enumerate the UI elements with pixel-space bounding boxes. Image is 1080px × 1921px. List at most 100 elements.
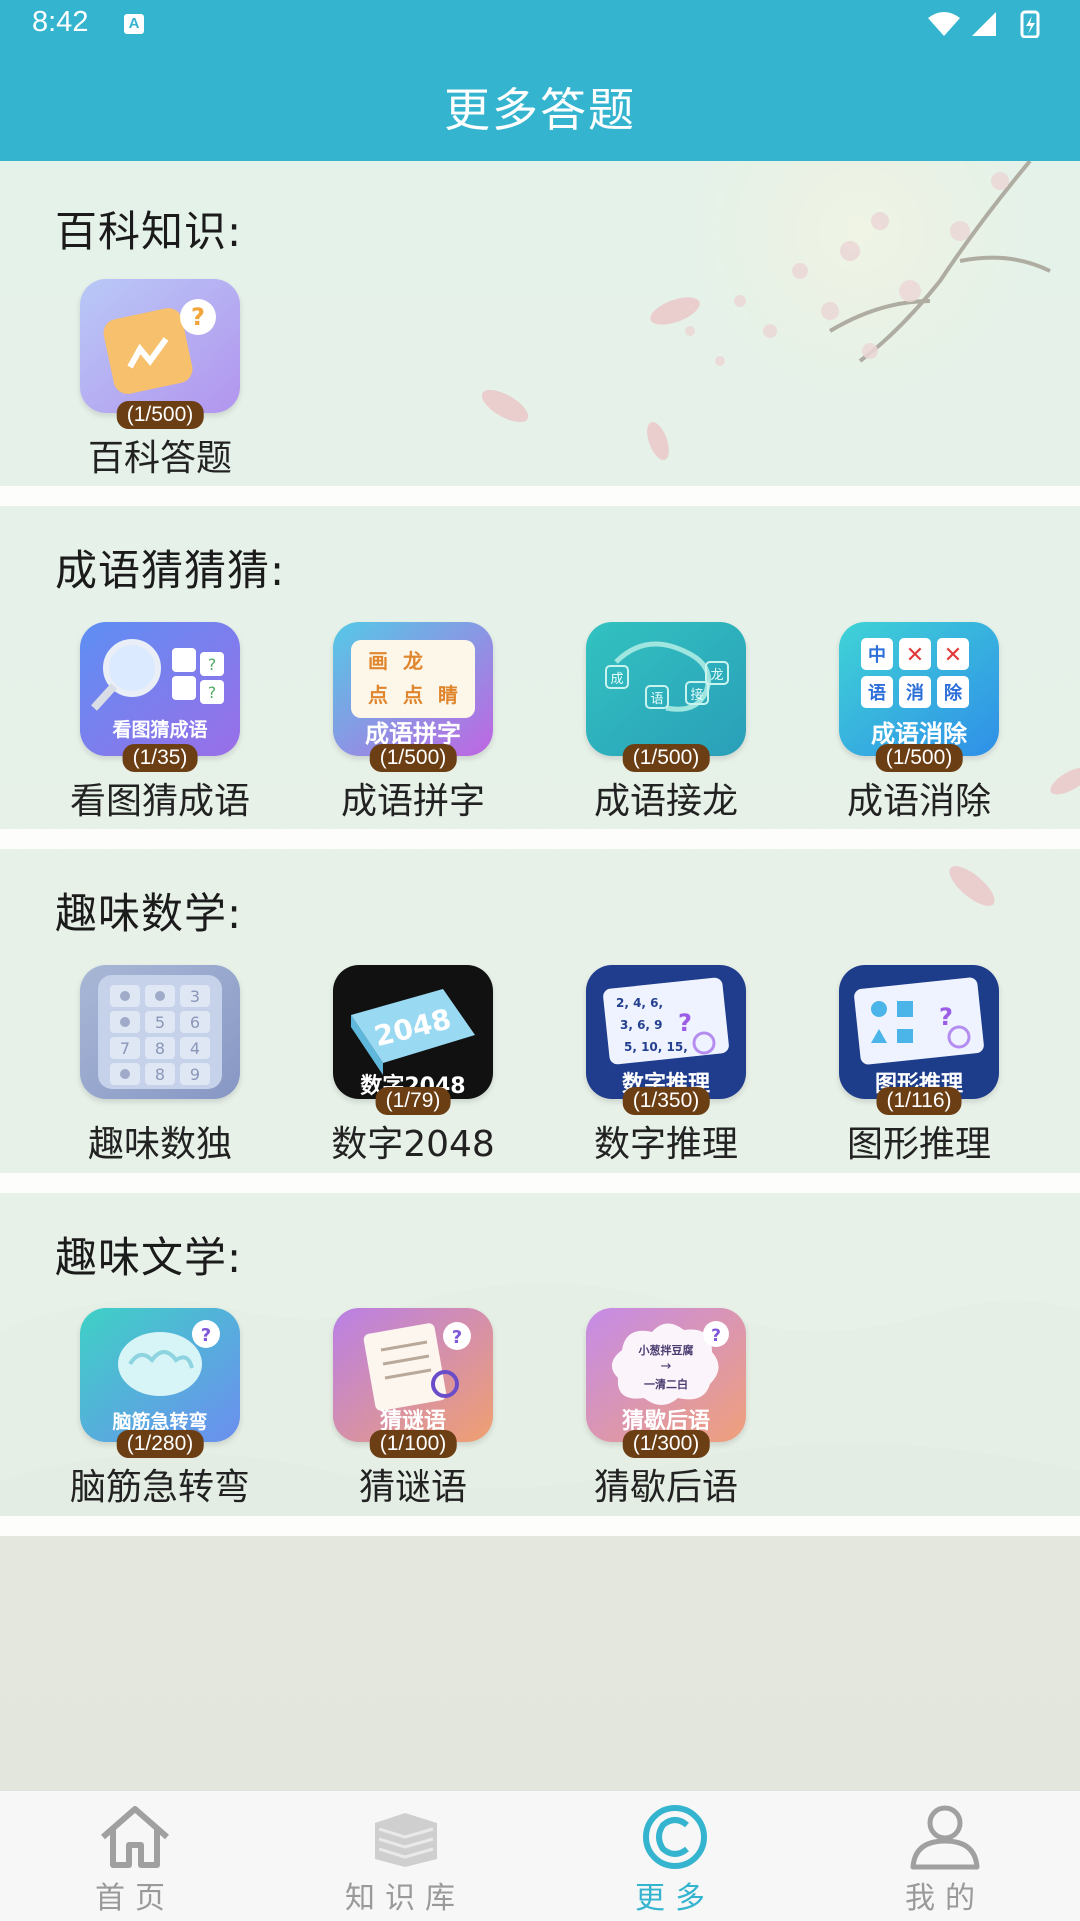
svg-text:8: 8 xyxy=(155,1039,165,1058)
nav-label: 首页 xyxy=(95,1881,175,1916)
tile-guess-idiom-picture[interactable]: ? ? 看图猜成语 (1/35) 看图猜成语 xyxy=(45,622,275,832)
progress-badge: (1/500) xyxy=(369,744,457,772)
tile-idiom-spelling[interactable]: 画 龙 点 点 睛 成语拼字 (1/500) 成语拼字 xyxy=(298,622,528,832)
svg-text:点: 点 xyxy=(403,683,423,707)
svg-text:龙: 龙 xyxy=(403,649,423,673)
progress-badge: (1/500) xyxy=(116,401,204,429)
svg-text:5, 10, 15,: 5, 10, 15, xyxy=(624,1040,688,1054)
tile-idiom-eliminate[interactable]: 中 ✕ ✕ 语 消 除 成语消除 (1/500) 成语消除 xyxy=(804,622,1034,832)
xiehouyu-icon: 小葱拌豆腐 → 一清二白 ? 猜歇后语 xyxy=(586,1308,746,1442)
svg-text:?: ? xyxy=(191,303,205,331)
tile-number-reasoning[interactable]: 2, 4, 6, 3, 6, 9 5, 10, 15, ? 数字推理 (1/35… xyxy=(551,965,781,1175)
svg-text:小葱拌豆腐: 小葱拌豆腐 xyxy=(638,1343,694,1357)
progress-badge: (1/100) xyxy=(369,1430,457,1458)
svg-text:中: 中 xyxy=(868,644,886,666)
section-divider xyxy=(0,486,1080,506)
svg-text:7: 7 xyxy=(120,1039,130,1058)
svg-text:?: ? xyxy=(452,1327,462,1348)
books-icon xyxy=(375,1813,437,1867)
tile-xiehouyu[interactable]: 小葱拌豆腐 → 一清二白 ? 猜歇后语 (1/300) 猜歇后语 xyxy=(551,1308,781,1518)
section-math: 趣味数学: 3 5 6 7 8 4 8 9 趣味数独 2048 (1/79) 数… xyxy=(0,849,1080,1173)
tile-shape-reasoning[interactable]: ? 图形推理 (1/116) 图形推理 xyxy=(804,965,1034,1175)
tile-label: 成语拼字 xyxy=(340,781,485,822)
section-divider xyxy=(0,1173,1080,1193)
svg-text:点: 点 xyxy=(368,683,388,707)
tile-label: 趣味数独 xyxy=(87,1124,232,1165)
tile-label: 脑筋急转弯 xyxy=(69,1467,250,1508)
tile-label: 猜歇后语 xyxy=(593,1467,738,1508)
tile-label: 看图猜成语 xyxy=(69,781,250,822)
tile-label: 图形推理 xyxy=(846,1124,991,1165)
riddle-icon: ? 猜谜语 xyxy=(333,1308,493,1442)
tile-label: 数字2048 xyxy=(331,1124,495,1165)
number-reasoning-icon: 2, 4, 6, 3, 6, 9 5, 10, 15, ? 数字推理 xyxy=(586,965,746,1099)
svg-text:3: 3 xyxy=(190,987,200,1006)
section-title: 百科知识: xyxy=(55,207,243,256)
svg-text:除: 除 xyxy=(944,682,963,704)
progress-badge: (1/350) xyxy=(622,1087,710,1115)
guess-idiom-picture-icon: ? ? 看图猜成语 xyxy=(80,622,240,756)
svg-text:4: 4 xyxy=(190,1039,200,1058)
svg-text:?: ? xyxy=(208,683,217,702)
tile-sudoku[interactable]: 3 5 6 7 8 4 8 9 趣味数独 xyxy=(45,965,275,1175)
svg-text:?: ? xyxy=(208,655,217,674)
section-title: 趣味文学: xyxy=(55,1233,243,1282)
svg-text:8: 8 xyxy=(155,1065,165,1084)
nav-knowledge-base[interactable]: 知识库 xyxy=(305,1791,505,1921)
svg-text:龙: 龙 xyxy=(710,668,723,683)
status-icons xyxy=(928,10,1040,38)
svg-text:?: ? xyxy=(201,1325,211,1346)
svg-text:?: ? xyxy=(711,1326,721,1346)
nav-home[interactable]: 首页 xyxy=(35,1791,235,1921)
section-divider xyxy=(0,1516,1080,1536)
progress-badge: (1/116) xyxy=(876,1087,962,1115)
tile-label: 成语接龙 xyxy=(593,781,738,822)
copyright-icon xyxy=(643,1805,707,1869)
icon-caption: 看图猜成语 xyxy=(111,718,207,741)
svg-text:6: 6 xyxy=(190,1013,200,1032)
tile-label: 百科答题 xyxy=(87,438,232,479)
section-title: 成语猜猜猜: xyxy=(55,546,286,595)
svg-text:语: 语 xyxy=(868,683,886,704)
home-icon xyxy=(101,1806,169,1868)
brain-teaser-icon: ? 脑筋急转弯 xyxy=(80,1308,240,1442)
tile-label: 数字推理 xyxy=(593,1124,738,1165)
tile-idiom-chain[interactable]: 成 语 接 龙 (1/500) 成语接龙 xyxy=(551,622,781,832)
progress-badge: (1/300) xyxy=(622,1430,710,1458)
svg-text:接: 接 xyxy=(690,687,703,703)
progress-badge: (1/35) xyxy=(122,744,198,772)
sudoku-icon: 3 5 6 7 8 4 8 9 xyxy=(80,965,240,1099)
tile-label: 猜谜语 xyxy=(358,1467,467,1508)
tile-brain-teaser[interactable]: ? 脑筋急转弯 (1/280) 脑筋急转弯 xyxy=(45,1308,275,1518)
svg-text:画: 画 xyxy=(368,649,388,673)
number-2048-icon: 2048 数字2048 xyxy=(333,965,493,1099)
encyclopedia-quiz-icon: ? xyxy=(80,279,240,413)
progress-badge: (1/280) xyxy=(116,1430,204,1458)
nav-label: 更多 xyxy=(635,1881,715,1916)
progress-badge: (1/500) xyxy=(622,744,710,772)
tile-riddle[interactable]: ? 猜谜语 (1/100) 猜谜语 xyxy=(298,1308,528,1518)
svg-text:?: ? xyxy=(678,1009,692,1037)
svg-text:→: → xyxy=(661,1359,672,1374)
bottom-navigation: 首页 知识库 更多 我的 xyxy=(0,1790,1080,1921)
section-divider xyxy=(0,829,1080,849)
section-encyclopedia: 百科知识: ? (1/500) 百科答题 xyxy=(0,161,1080,486)
svg-text:9: 9 xyxy=(190,1065,200,1084)
svg-text:成: 成 xyxy=(610,672,623,687)
progress-badge: (1/500) xyxy=(875,744,963,772)
tile-number-2048[interactable]: 2048 数字2048 (1/79) 数字2048 xyxy=(298,965,528,1175)
svg-text:5: 5 xyxy=(155,1013,165,1032)
progress-badge: (1/79) xyxy=(375,1087,451,1115)
page-title: 更多答题 xyxy=(444,83,636,137)
tile-label: 成语消除 xyxy=(846,781,991,822)
nav-mine[interactable]: 我的 xyxy=(845,1791,1045,1921)
wifi-icon xyxy=(928,12,960,36)
tile-encyclopedia-quiz[interactable]: ? (1/500) 百科答题 xyxy=(45,279,275,489)
svg-text:一清二白: 一清二白 xyxy=(644,1377,688,1391)
svg-text:3, 6, 9: 3, 6, 9 xyxy=(620,1018,663,1032)
svg-text:✕: ✕ xyxy=(906,643,924,668)
notification-icon: A xyxy=(124,14,144,34)
status-time: 8:42 xyxy=(32,6,89,38)
nav-more[interactable]: 更多 xyxy=(575,1791,775,1921)
title-bar: 8:42 A 更多答题 xyxy=(0,0,1080,161)
